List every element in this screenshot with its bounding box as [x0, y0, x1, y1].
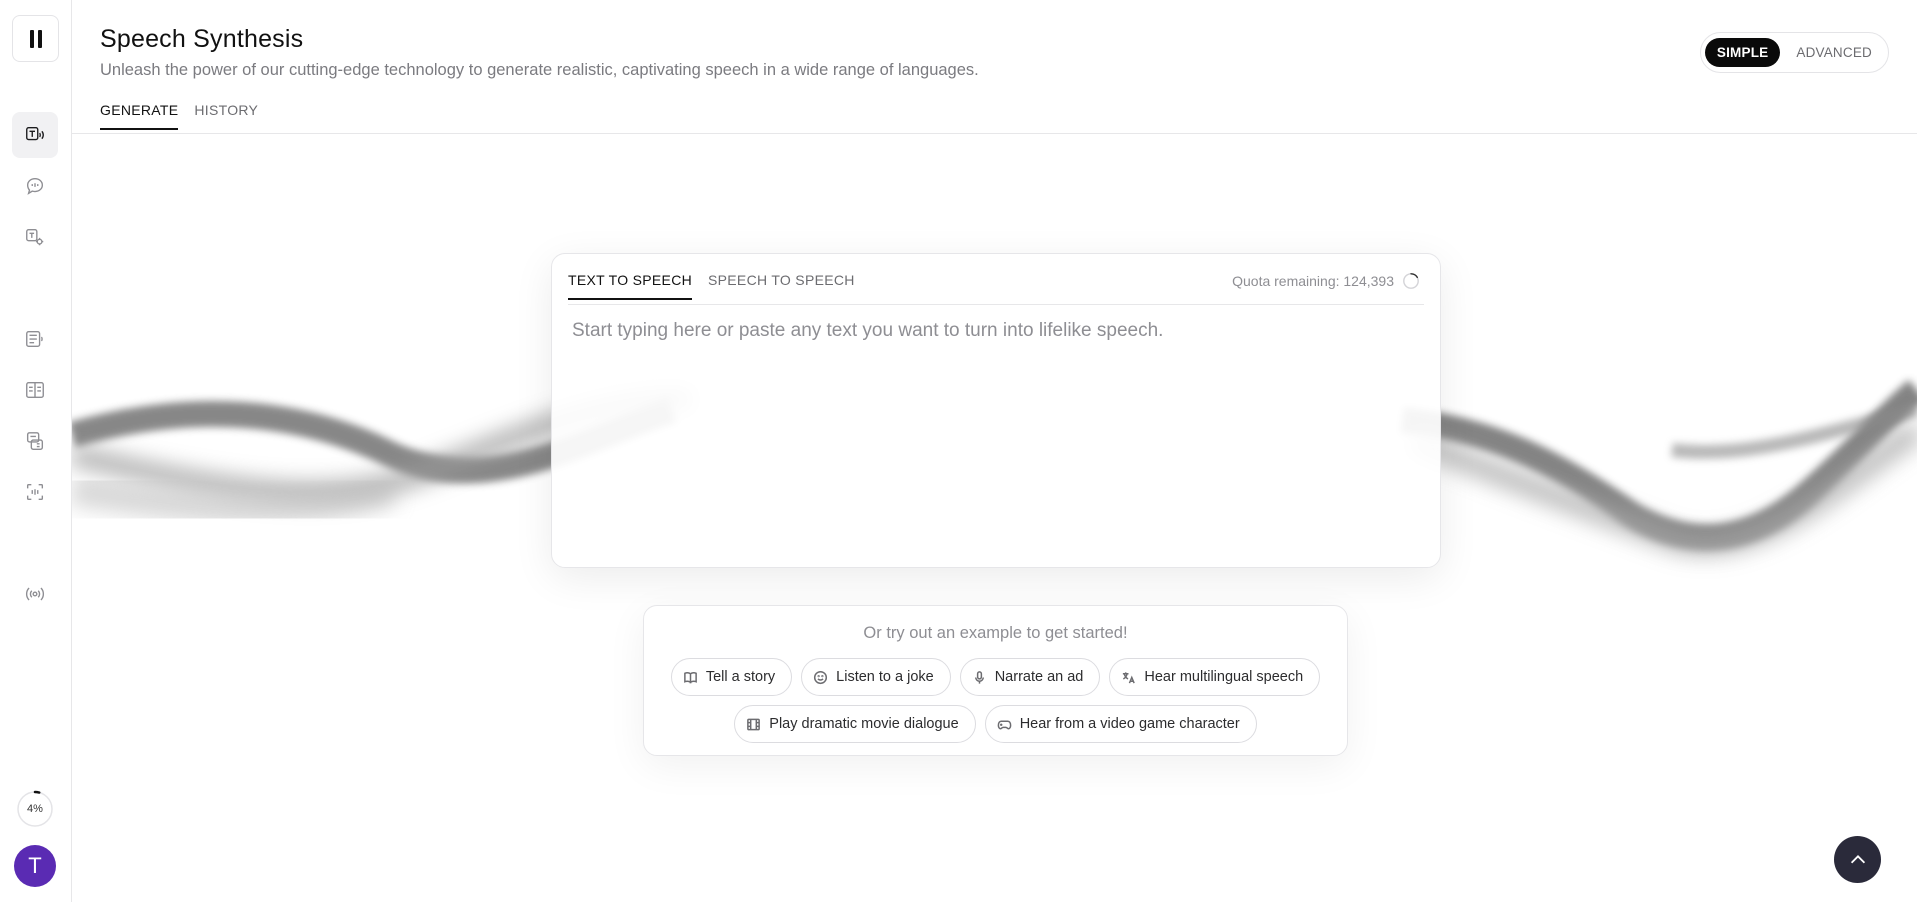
- loading-spinner-icon: [1403, 273, 1419, 289]
- audio-icon: [25, 587, 45, 601]
- usage-percent: 4%: [27, 803, 43, 815]
- tab-text-to-speech[interactable]: TEXT TO SPEECH: [568, 272, 693, 300]
- projects-icon: [26, 330, 43, 348]
- card-tabs: TEXT TO SPEECH SPEECH TO SPEECH: [568, 272, 855, 300]
- sidebar-item-voice-chat[interactable]: [12, 163, 58, 209]
- example-movie-dialogue-button[interactable]: Play dramatic movie dialogue: [734, 705, 976, 743]
- tab-history[interactable]: HISTORY: [194, 102, 258, 130]
- examples-row: Play dramatic movie dialogue Hear from a…: [644, 705, 1347, 743]
- layout-icon: [26, 381, 44, 399]
- example-multilingual-button[interactable]: Hear multilingual speech: [1109, 658, 1321, 696]
- text-to-speech-icon: [26, 126, 44, 141]
- chevron-up-icon: [1850, 854, 1865, 863]
- sidebar-item-voice-settings[interactable]: [12, 214, 58, 260]
- examples-title: Or try out an example to get started!: [863, 624, 1128, 642]
- sidebar-item-dubbing[interactable]: [12, 418, 58, 464]
- sidebar-item-text-to-speech[interactable]: [12, 112, 58, 158]
- gamepad-icon: [997, 719, 1012, 729]
- chip-label: Play dramatic movie dialogue: [769, 716, 959, 732]
- smile-icon: [814, 670, 828, 684]
- usage-indicator[interactable]: 4%: [16, 790, 54, 828]
- header-tabs: GENERATE HISTORY: [100, 102, 258, 130]
- mode-simple-button[interactable]: SIMPLE: [1704, 38, 1781, 67]
- page-header: Speech Synthesis Unleash the power of ou…: [72, 0, 1917, 134]
- sidebar-item-audio[interactable]: [12, 571, 58, 617]
- page-subtitle: Unleash the power of our cutting-edge te…: [100, 61, 979, 79]
- chip-label: Narrate an ad: [994, 669, 1084, 685]
- quota-remaining: Quota remaining: 124,393: [1232, 273, 1394, 289]
- sidebar-item-layout[interactable]: [12, 367, 58, 413]
- chip-label: Hear multilingual speech: [1144, 669, 1304, 685]
- avatar-initial: T: [28, 853, 42, 878]
- sidebar: 4% T: [0, 0, 72, 902]
- chip-label: Tell a story: [705, 669, 776, 685]
- logo[interactable]: [12, 15, 59, 62]
- microphone-icon: [974, 670, 984, 684]
- chip-label: Listen to a joke: [836, 669, 934, 685]
- film-icon: [747, 718, 761, 730]
- tts-card: TEXT TO SPEECH SPEECH TO SPEECH Quota re…: [551, 253, 1441, 568]
- examples-panel: Or try out an example to get started! Te…: [643, 605, 1348, 756]
- example-joke-button[interactable]: Listen to a joke: [801, 658, 951, 696]
- mode-toggle: SIMPLE ADVANCED: [1699, 32, 1889, 73]
- page-title: Speech Synthesis: [100, 25, 304, 53]
- mode-advanced-button[interactable]: ADVANCED: [1784, 38, 1884, 67]
- tts-text-input[interactable]: [568, 316, 1424, 546]
- dubbing-icon: [26, 432, 44, 450]
- example-game-character-button[interactable]: Hear from a video game character: [984, 705, 1257, 743]
- scroll-to-top-button[interactable]: [1834, 836, 1881, 883]
- chip-label: Hear from a video game character: [1019, 716, 1240, 732]
- translate-icon: [1123, 671, 1136, 683]
- card-divider: [568, 304, 1424, 305]
- example-narrate-ad-button[interactable]: Narrate an ad: [959, 658, 1101, 696]
- examples-row: Tell a story Listen to a joke Narrate an…: [644, 658, 1347, 696]
- sidebar-item-voice-isolator[interactable]: [12, 469, 58, 515]
- sidebar-item-projects[interactable]: [12, 316, 58, 362]
- voice-isolator-icon: [26, 483, 44, 501]
- voice-chat-icon: [26, 177, 44, 195]
- logo-icon: [29, 29, 42, 48]
- tab-generate[interactable]: GENERATE: [100, 102, 179, 130]
- tab-speech-to-speech[interactable]: SPEECH TO SPEECH: [708, 272, 855, 300]
- avatar[interactable]: T: [14, 845, 56, 887]
- example-tell-story-button[interactable]: Tell a story: [670, 658, 793, 696]
- book-icon: [683, 671, 697, 684]
- voice-settings-icon: [26, 228, 44, 246]
